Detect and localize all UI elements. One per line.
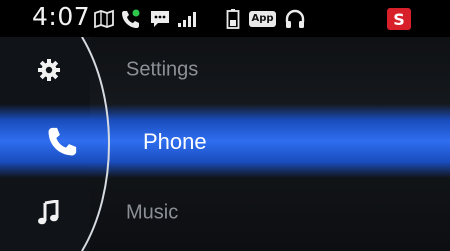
- phone-call-icon: [119, 8, 143, 30]
- menu-item-phone-label: Phone: [143, 129, 207, 154]
- clock: 4:07: [32, 2, 91, 31]
- app-icon: App: [249, 11, 276, 27]
- message-icon: [148, 8, 172, 30]
- siriusxm-icon: S: [387, 8, 411, 30]
- signal-icon: [176, 8, 198, 30]
- navigation-icon: [92, 8, 116, 30]
- battery-icon: [224, 8, 242, 30]
- menu-item-music[interactable]: Music: [0, 183, 450, 243]
- phone-icon: [42, 122, 82, 162]
- menu-item-settings-label: Settings: [126, 58, 199, 81]
- infotainment-screen: 4:07 App S Settings Phone Music: [0, 0, 450, 251]
- status-bar: 4:07 App S: [0, 0, 450, 37]
- menu-item-settings[interactable]: Settings: [0, 40, 450, 100]
- menu-item-music-label: Music: [126, 201, 179, 224]
- headphones-icon: [283, 8, 307, 30]
- music-note-icon: [34, 198, 64, 228]
- menu-item-phone[interactable]: Phone: [0, 108, 450, 176]
- gear-icon: [34, 55, 64, 85]
